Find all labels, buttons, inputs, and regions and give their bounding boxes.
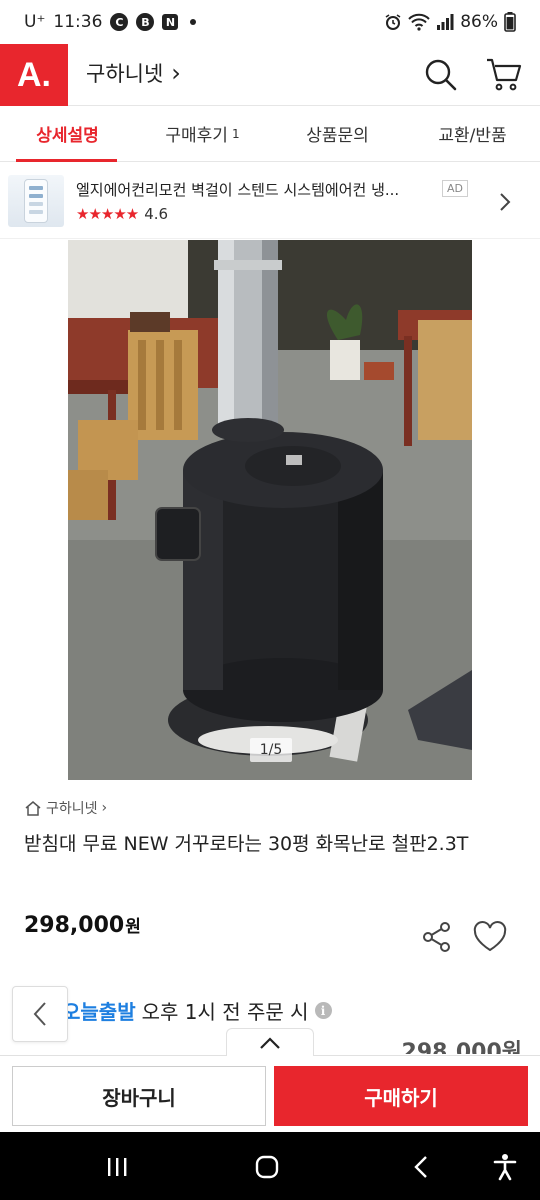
- cart-icon[interactable]: [484, 54, 524, 94]
- product-title: 받침대 무료 NEW 거꾸로타는 30평 화목난로 철판2.3T: [24, 833, 469, 855]
- tab-exchange-return[interactable]: 교환/반품: [405, 106, 540, 161]
- more-notifications-icon: [190, 19, 197, 25]
- app-header: A. 구하니넷 ›: [0, 44, 540, 106]
- remote-image: [24, 179, 48, 223]
- today-shipping-label: 오늘출발: [62, 1000, 136, 1024]
- home-icon: [25, 801, 41, 816]
- ad-title: 엘지에어컨리모컨 벽걸이 스텐드 시스템에어컨 냉...: [76, 181, 400, 199]
- accessibility-icon[interactable]: [488, 1150, 522, 1184]
- tab-label: 구매후기: [165, 126, 228, 146]
- tab-details[interactable]: 상세설명: [0, 106, 135, 162]
- back-nav-icon[interactable]: [404, 1150, 438, 1184]
- tab-label: 교환/반품: [438, 126, 507, 146]
- back-button[interactable]: [12, 986, 68, 1042]
- buy-now-button[interactable]: 구매하기: [274, 1066, 528, 1126]
- share-icon[interactable]: [420, 920, 454, 954]
- tab-bar: 상세설명 구매후기 1 상품문의 교환/반품: [0, 106, 540, 162]
- home-button-icon[interactable]: [250, 1150, 284, 1184]
- collapsed-price: 298,000원: [401, 1040, 522, 1054]
- breadcrumb[interactable]: 구하니넷 ›: [24, 798, 107, 818]
- carrier-label: U⁺: [24, 12, 46, 32]
- add-to-cart-button[interactable]: 장바구니: [12, 1066, 266, 1126]
- notification-b-icon: B: [136, 13, 155, 31]
- battery-icon: [504, 12, 516, 32]
- price-currency: 원: [125, 917, 141, 937]
- star-rating-icon: ★★★★★: [76, 205, 139, 223]
- notification-n-icon: N: [162, 14, 179, 30]
- review-count: 1: [231, 126, 240, 141]
- delivery-condition: 오후 1시 전 주문 시: [141, 1000, 309, 1024]
- tab-reviews[interactable]: 구매후기 1: [135, 106, 270, 161]
- signal-icon: [437, 14, 454, 30]
- info-icon[interactable]: i: [314, 1002, 332, 1019]
- breadcrumb-store: 구하니넷: [46, 801, 98, 817]
- tab-inquiries[interactable]: 상품문의: [270, 106, 405, 161]
- purchase-bar: 298,000원 장바구니 구매하기: [0, 1040, 540, 1132]
- chevron-left-icon: [33, 1002, 46, 1026]
- status-right: 86%: [384, 12, 516, 32]
- system-nav-bar: [0, 1132, 540, 1200]
- product-price: 298,000원: [24, 912, 141, 938]
- heart-icon[interactable]: [472, 920, 508, 954]
- battery-percent: 86%: [460, 12, 498, 32]
- gallery-counter: 1/5: [250, 738, 292, 762]
- chevron-up-icon: [260, 1036, 280, 1049]
- tab-label: 상세설명: [36, 126, 99, 146]
- chevron-right-icon: [500, 193, 511, 211]
- store-name-link[interactable]: 구하니넷 ›: [86, 58, 181, 88]
- chevron-right-icon: ›: [171, 59, 181, 87]
- ad-thumbnail: [8, 175, 64, 227]
- store-name: 구하니넷: [86, 62, 164, 86]
- ad-badge: AD: [442, 180, 468, 197]
- notification-c-icon: C: [110, 13, 129, 31]
- app-logo[interactable]: A.: [0, 44, 68, 106]
- search-icon[interactable]: [420, 54, 460, 94]
- expand-handle[interactable]: [226, 1028, 314, 1056]
- status-bar: U⁺ 11:36 C B N 86%: [0, 0, 540, 44]
- chevron-right-icon: ›: [101, 800, 108, 816]
- rating-value: 4.6: [144, 205, 169, 223]
- wifi-icon: [408, 13, 430, 31]
- alarm-icon: [385, 14, 401, 30]
- status-time: 11:36: [53, 12, 103, 32]
- recent-apps-icon[interactable]: [100, 1150, 134, 1184]
- ad-banner[interactable]: 엘지에어컨리모컨 벽걸이 스텐드 시스템에어컨 냉... AD ★★★★★ 4.…: [0, 163, 540, 239]
- tab-label: 상품문의: [306, 126, 369, 146]
- delivery-info: 오늘출발 오후 1시 전 주문 시 i: [62, 996, 332, 1025]
- ad-rating: ★★★★★ 4.6: [76, 205, 168, 223]
- product-image[interactable]: [68, 240, 472, 780]
- stove-photo: [68, 240, 472, 780]
- price-value: 298,000: [24, 913, 125, 938]
- status-left: U⁺ 11:36 C B N: [24, 12, 197, 32]
